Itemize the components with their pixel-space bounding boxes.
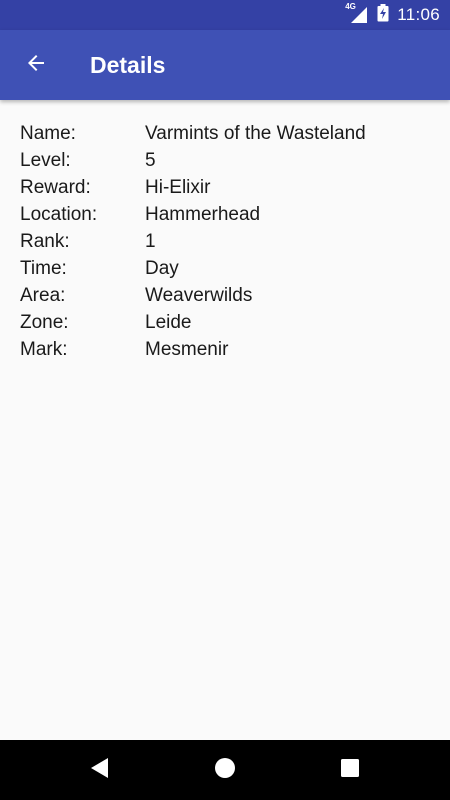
battery-charging-icon <box>377 3 389 27</box>
detail-label: Time: <box>20 257 67 279</box>
detail-row-zone: Zone: Leide <box>20 309 430 336</box>
detail-row-rank: Rank: 1 <box>20 228 430 255</box>
detail-row-time: Time: Day <box>20 255 430 282</box>
detail-value: Varmints of the Wasteland <box>145 122 366 144</box>
nav-recents-button[interactable] <box>320 740 380 800</box>
detail-row-area: Area: Weaverwilds <box>20 282 430 309</box>
back-triangle-icon <box>90 757 110 784</box>
page-title: Details <box>90 52 166 78</box>
detail-value: Weaverwilds <box>145 284 253 306</box>
detail-value: Hammerhead <box>145 203 261 225</box>
detail-label: Mark: <box>20 338 68 360</box>
app-bar: Details <box>0 30 450 100</box>
detail-label: Area: <box>20 284 66 306</box>
home-circle-icon <box>214 757 236 784</box>
detail-label: Zone: <box>20 311 69 333</box>
arrow-back-icon <box>24 51 48 80</box>
detail-value: Day <box>145 257 179 279</box>
nav-back-button[interactable] <box>70 740 130 800</box>
detail-label: Level: <box>20 149 71 171</box>
signal-icon: 4G <box>345 2 369 25</box>
detail-row-mark: Mark: Mesmenir <box>20 336 430 363</box>
details-list: Name: Varmints of the Wasteland Level: 5… <box>20 120 430 363</box>
recents-square-icon <box>340 758 360 783</box>
detail-value: 1 <box>145 230 156 252</box>
detail-label: Name: <box>20 122 76 144</box>
detail-value: Hi-Elixir <box>145 176 211 198</box>
status-bar: 4G 11:06 <box>0 0 450 30</box>
detail-value: 5 <box>145 149 156 171</box>
nav-home-button[interactable] <box>195 740 255 800</box>
detail-label: Location: <box>20 203 98 225</box>
detail-row-reward: Reward: Hi-Elixir <box>20 174 430 201</box>
detail-row-location: Location: Hammerhead <box>20 201 430 228</box>
status-clock: 11:06 <box>397 5 440 24</box>
detail-label: Reward: <box>20 176 91 198</box>
detail-label: Rank: <box>20 230 70 252</box>
detail-row-level: Level: 5 <box>20 147 430 174</box>
system-nav-bar <box>0 740 450 800</box>
detail-row-name: Name: Varmints of the Wasteland <box>20 120 430 147</box>
back-button[interactable] <box>14 43 58 87</box>
detail-value: Mesmenir <box>145 338 229 360</box>
detail-value: Leide <box>145 311 192 333</box>
status-icons: 4G 11:06 <box>345 0 440 30</box>
